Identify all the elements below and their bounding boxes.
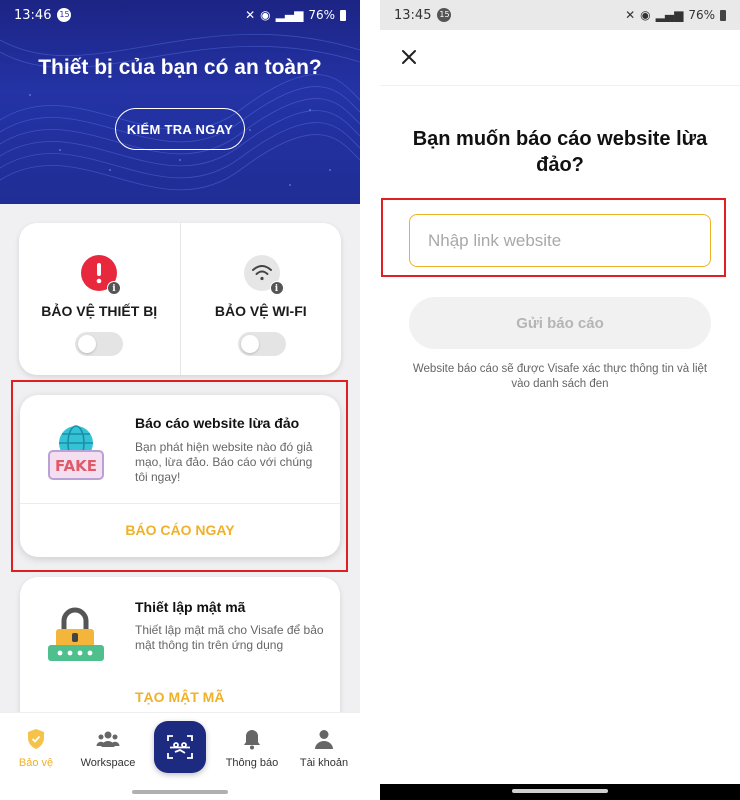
submit-report-button[interactable]: Gửi báo cáo xyxy=(409,297,711,349)
signal-icon: ▂▄▆ xyxy=(655,8,684,22)
device-protection[interactable]: i BẢO VỆ THIẾT BỊ xyxy=(19,223,180,375)
info-icon: i xyxy=(269,281,284,295)
header xyxy=(380,30,740,86)
notification-badge: 15 xyxy=(57,8,72,22)
status-bar: 13:45 15 ✕ ◉ ▂▄▆ 76% xyxy=(380,0,740,30)
status-bar: 13:46 15 ✕ ◉ ▂▄▆ 76% xyxy=(0,0,360,30)
hero-banner: Thiết bị của bạn có an toàn? KIỂM TRA NG… xyxy=(0,0,360,204)
device-protection-label: BẢO VỆ THIẾT BỊ xyxy=(41,303,158,319)
battery-icon xyxy=(340,9,346,21)
home-indicator xyxy=(512,789,608,793)
hotspot-icon: ◉ xyxy=(260,8,271,22)
screen-gap xyxy=(360,0,380,800)
mute-icon: ✕ xyxy=(625,8,636,22)
hotspot-icon: ◉ xyxy=(640,8,651,22)
signal-icon: ▂▄▆ xyxy=(275,8,304,22)
scan-button[interactable] xyxy=(154,721,206,773)
wifi-protection-label: BẢO VỆ WI-FI xyxy=(214,303,307,319)
status-time: 13:45 xyxy=(394,7,432,23)
report-title: Bạn muốn báo cáo website lừa đảo? xyxy=(412,128,708,176)
battery-percent: 76% xyxy=(308,8,335,22)
status-time: 13:46 xyxy=(14,7,52,23)
bell-icon xyxy=(244,730,260,750)
close-icon[interactable] xyxy=(396,44,422,70)
check-now-button[interactable]: KIỂM TRA NGAY xyxy=(115,108,245,150)
nav-notifications-label: Thông báo xyxy=(225,757,279,769)
battery-icon xyxy=(720,9,726,21)
protect-screen: Thiết bị của bạn có an toàn? KIỂM TRA NG… xyxy=(0,0,360,800)
home-indicator xyxy=(132,790,228,794)
scan-icon xyxy=(167,735,193,759)
battery-percent: 76% xyxy=(688,8,715,22)
nav-account-label: Tài khoản xyxy=(299,757,349,769)
nav-bar xyxy=(380,784,740,800)
nav-notifications[interactable]: Thông báo xyxy=(216,727,288,769)
group-icon xyxy=(96,731,120,747)
report-website-screen: 13:45 15 ✕ ◉ ▂▄▆ 76% Bạn muốn báo cáo we… xyxy=(380,0,740,800)
device-protection-toggle[interactable] xyxy=(75,332,123,356)
wave-pattern-icon xyxy=(0,33,360,191)
protection-card: i BẢO VỆ THIẾT BỊ i BẢO VỆ WI-FI xyxy=(19,223,341,375)
wifi-icon: i xyxy=(243,255,284,295)
nav-protect-label: Bảo vệ xyxy=(18,757,54,769)
wifi-protection-toggle[interactable] xyxy=(237,332,286,356)
mute-icon: ✕ xyxy=(245,8,256,22)
user-icon xyxy=(315,730,333,749)
nav-workspace[interactable]: Workspace xyxy=(72,727,144,769)
highlight-box xyxy=(381,198,726,277)
password-card-title: Thiết lập mật mã xyxy=(135,599,246,615)
bottom-navigation: Bảo vệ Workspace Thông báo Tài khoản xyxy=(0,712,360,800)
nav-account[interactable]: Tài khoản xyxy=(288,727,360,769)
report-note: Website báo cáo sẽ được Visafe xác thực … xyxy=(412,363,708,390)
shield-icon xyxy=(28,729,44,749)
lock-icon xyxy=(48,607,104,661)
nav-protect[interactable]: Bảo vệ xyxy=(0,727,72,769)
password-card-description: Thiết lập mật mã cho Visafe để bảo mật t… xyxy=(135,623,324,652)
alert-icon: i xyxy=(81,255,121,295)
highlight-box xyxy=(11,380,348,572)
wifi-protection[interactable]: i BẢO VỆ WI-FI xyxy=(179,223,342,375)
nav-workspace-label: Workspace xyxy=(80,757,136,769)
notification-badge: 15 xyxy=(437,8,452,22)
hero-title: Thiết bị của bạn có an toàn? xyxy=(38,56,322,79)
create-password-link[interactable]: TẠO MẬT MÃ xyxy=(135,689,224,705)
info-icon: i xyxy=(107,281,121,295)
